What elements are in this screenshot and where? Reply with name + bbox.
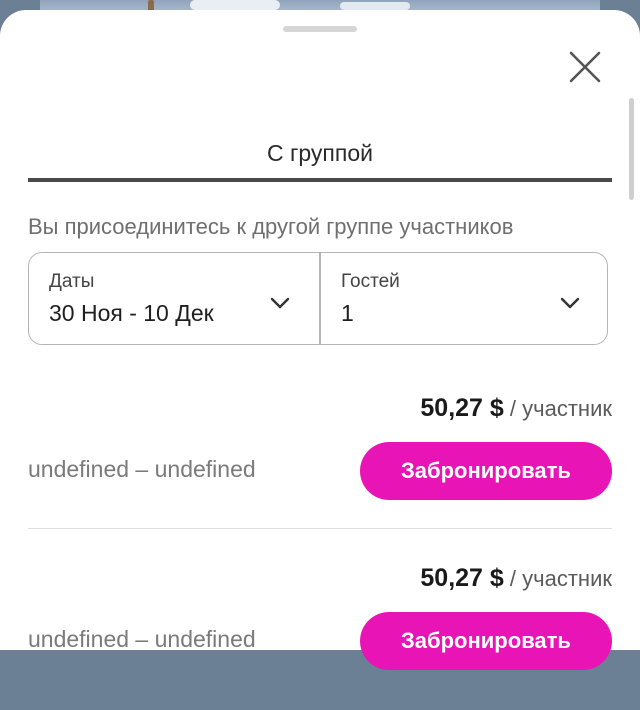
guests-value: 1 — [341, 300, 354, 326]
price-amount: 50,27 $ — [420, 394, 504, 422]
tab-active-underline — [28, 178, 612, 182]
cloud-shape — [340, 2, 410, 10]
sheet-grabber[interactable] — [283, 26, 357, 32]
price-unit: / участник — [503, 566, 612, 591]
chevron-down-icon — [270, 297, 290, 309]
guests-label: Гостей — [341, 271, 400, 292]
offer-divider — [28, 528, 612, 529]
tab-with-group[interactable]: С группой — [28, 128, 612, 182]
price-unit: / участник — [503, 396, 612, 421]
dates-selector[interactable]: Даты 30 Ноя - 10 Дек — [29, 253, 319, 344]
close-button[interactable] — [566, 48, 604, 86]
price: 50,27 $ / участник — [420, 564, 612, 593]
offer-card: 50,27 $ / участник undefined – undefined… — [28, 560, 612, 710]
guests-selector[interactable]: Гостей 1 — [321, 253, 609, 344]
group-intro-text: Вы присоединитесь к другой группе участн… — [28, 214, 514, 239]
book-button[interactable]: Забронировать — [360, 442, 612, 500]
tab-label: С группой — [267, 140, 373, 166]
cloud-shape — [190, 0, 280, 10]
dates-value: 30 Ноя - 10 Дек — [49, 300, 214, 326]
price: 50,27 $ / участник — [420, 394, 612, 423]
dates-label: Даты — [49, 271, 95, 292]
offer-card: 50,27 $ / участник undefined – undefined… — [28, 390, 612, 540]
close-icon — [569, 51, 601, 83]
price-amount: 50,27 $ — [420, 564, 504, 592]
chevron-down-icon — [560, 297, 580, 309]
scrollbar[interactable] — [629, 98, 634, 200]
date-guest-selector: Даты 30 Ноя - 10 Дек Гостей 1 — [28, 252, 608, 345]
booking-sheet: С группой Вы присоединитесь к другой гру… — [0, 10, 640, 670]
offer-dates: undefined – undefined — [28, 456, 256, 482]
book-button[interactable]: Забронировать — [360, 612, 612, 670]
